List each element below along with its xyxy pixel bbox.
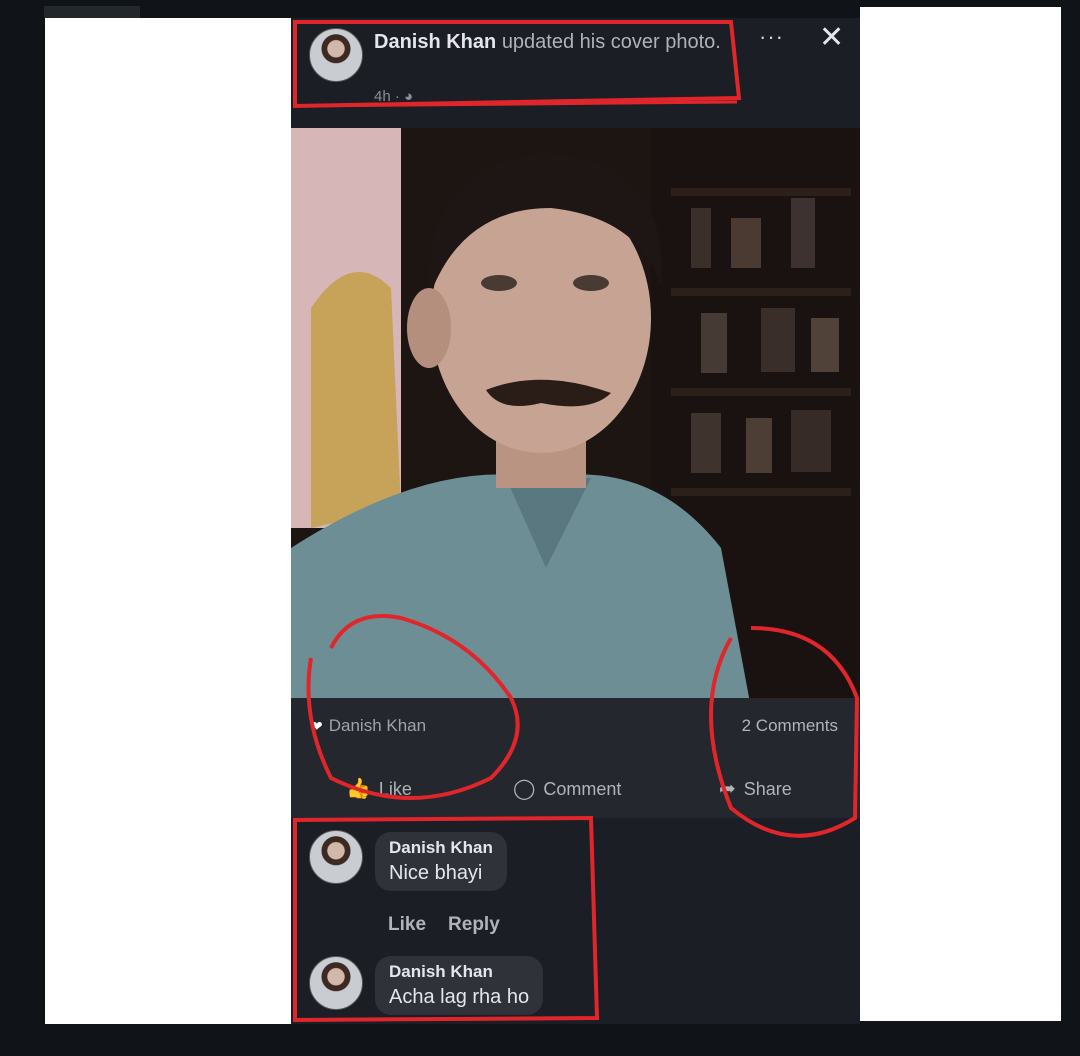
reactor-name: Danish Khan (328, 716, 427, 735)
comment-label: Comment (543, 779, 622, 799)
comment-like-button[interactable]: Like (388, 914, 426, 935)
comment-bubble: Danish Khan Acha lag rha ho (375, 956, 544, 1015)
comment-reply-button[interactable]: Reply (448, 914, 500, 935)
white-margin-right (860, 7, 1061, 1021)
globe-icon: ◕ (404, 88, 414, 105)
cover-photo-portrait (291, 128, 860, 708)
share-arrow-icon: ➦ (719, 778, 736, 800)
top-dark-strip (44, 6, 140, 18)
post-timestamp[interactable]: 4h · ◕ (374, 88, 413, 105)
close-icon[interactable]: ✕ (819, 20, 844, 55)
post-header-text: Danish Khan updated his cover photo. (374, 28, 734, 56)
white-margin-left (45, 18, 294, 1024)
comment-text: Acha lag rha ho (389, 986, 530, 1008)
comment-actions: Like Reply (388, 914, 522, 936)
comment-text: Nice bhayi (389, 862, 483, 884)
facebook-post-screenshot: Danish Khan updated his cover photo. 4h … (291, 18, 860, 1024)
author-avatar[interactable] (309, 28, 363, 82)
author-name[interactable]: Danish Khan (374, 31, 496, 53)
comment-bubble: Danish Khan Nice bhayi (375, 832, 507, 891)
time-label: 4h · (374, 88, 405, 105)
share-button[interactable]: ➦ Share (719, 776, 792, 801)
heart-reaction-icon: ❤ (311, 718, 323, 734)
like-label: Like (378, 779, 412, 799)
like-button[interactable]: 👍 Like (346, 776, 412, 801)
speech-bubble-icon: ◯ (513, 778, 536, 800)
commenter-name[interactable]: Danish Khan (389, 962, 529, 982)
share-label: Share (743, 779, 792, 799)
thumbs-up-icon: 👍 (346, 778, 371, 800)
comments-count[interactable]: 2 Comments (742, 716, 838, 736)
commenter-avatar[interactable] (309, 956, 363, 1010)
reactions-summary[interactable]: ❤ Danish Khan (311, 716, 426, 736)
commenter-avatar[interactable] (309, 830, 363, 884)
cover-photo[interactable] (291, 128, 860, 708)
post-action-text: updated his cover photo. (501, 31, 721, 53)
more-options-icon[interactable]: ··· (759, 24, 784, 50)
commenter-name[interactable]: Danish Khan (389, 838, 493, 858)
comment-button[interactable]: ◯ Comment (513, 776, 621, 801)
